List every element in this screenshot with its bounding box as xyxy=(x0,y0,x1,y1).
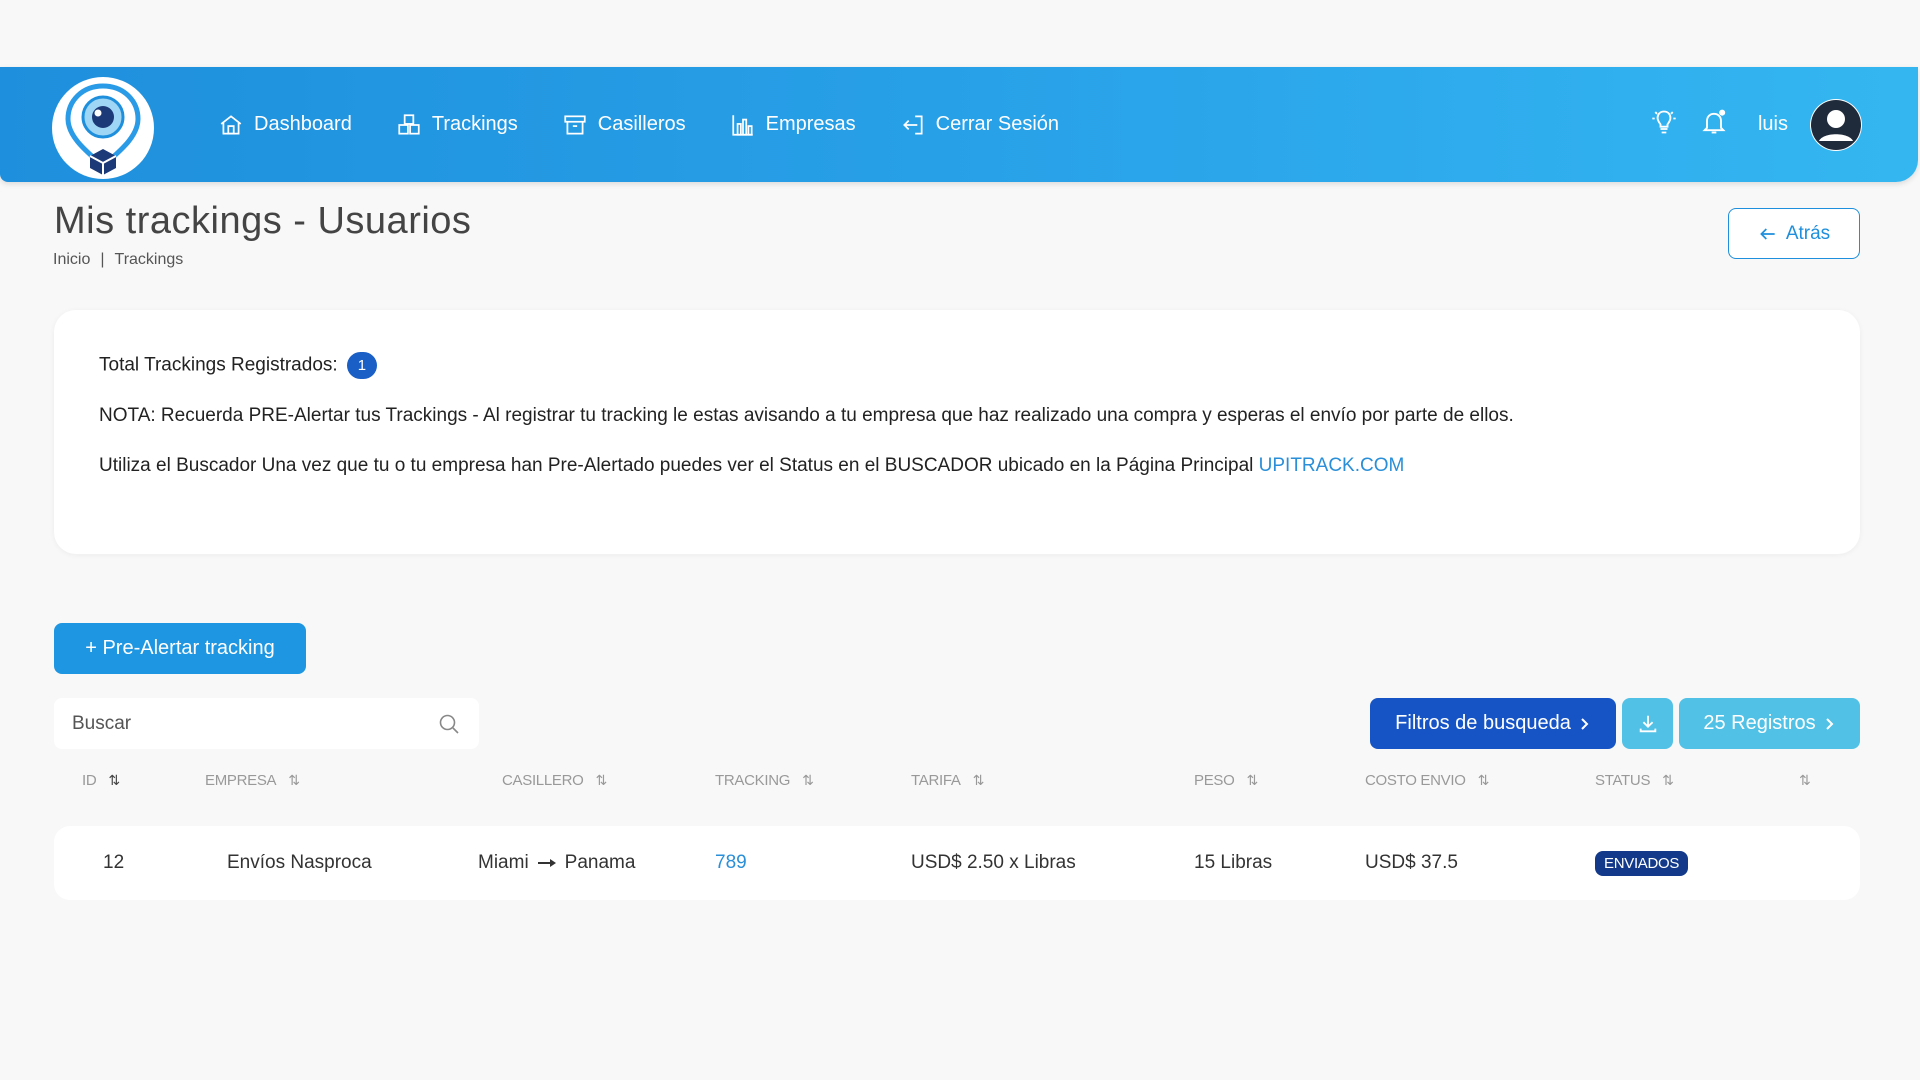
search-input[interactable] xyxy=(72,712,437,735)
nav-item-cerrar-sesion[interactable]: Cerrar Sesión xyxy=(900,112,1059,138)
records-per-page-button[interactable]: 25 Registros xyxy=(1679,698,1860,749)
cell-peso: 15 Libras xyxy=(1194,852,1273,873)
table-header: ID ⇅ EMPRESA ⇅ CASILLERO ⇅ TRACKING ⇅ TA… xyxy=(54,772,1860,802)
status-badge: ENVIADOS xyxy=(1595,850,1689,876)
main-nav: Dashboard Trackings Casilleros Empresas … xyxy=(218,67,1059,182)
column-header-peso[interactable]: PESO ⇅ xyxy=(1194,772,1258,789)
table-row[interactable]: 12 Envíos Nasproca Miami Panama 789 USD$… xyxy=(54,826,1860,900)
cell-id: 12 xyxy=(103,852,125,873)
app-logo[interactable] xyxy=(52,77,154,179)
cell-tracking-link[interactable]: 789 xyxy=(715,826,747,900)
column-header-label: COSTO ENVIO xyxy=(1365,772,1466,789)
column-header-label: TRACKING xyxy=(715,772,791,789)
archive-icon xyxy=(564,114,586,135)
column-header-label: EMPRESA xyxy=(205,772,277,789)
sort-icon: ⇅ xyxy=(1246,772,1258,788)
search-filters-button[interactable]: Filtros de busqueda xyxy=(1370,698,1616,749)
info-card: Total Trackings Registrados: 1 NOTA: Rec… xyxy=(54,310,1860,554)
breadcrumb-inicio[interactable]: Inicio xyxy=(53,251,90,269)
nav-item-empresas[interactable]: Empresas xyxy=(730,112,856,138)
casillero-to: Panama xyxy=(564,852,636,873)
column-header-label: TARIFA xyxy=(911,772,961,789)
sort-icon: ⇅ xyxy=(802,772,814,788)
total-trackings-label: Total Trackings Registrados: xyxy=(99,354,338,376)
location-eye-logo-icon xyxy=(65,83,141,175)
nav-item-label: Empresas xyxy=(765,113,856,135)
nav-item-label: Trackings xyxy=(431,113,518,135)
column-header-actions[interactable]: ⇅ xyxy=(1799,772,1811,789)
total-trackings-badge: 1 xyxy=(346,352,377,379)
column-header-status[interactable]: STATUS ⇅ xyxy=(1595,772,1674,789)
cell-costo-envio: USD$ 37.5 xyxy=(1365,852,1458,873)
column-header-empresa[interactable]: EMPRESA ⇅ xyxy=(205,772,300,789)
chevron-right-icon xyxy=(1581,717,1589,730)
lightbulb-icon[interactable] xyxy=(1650,108,1678,141)
pre-alert-tracking-button[interactable]: + Pre-Alertar tracking xyxy=(54,623,306,674)
total-trackings-line: Total Trackings Registrados: 1 xyxy=(99,352,1815,379)
records-per-page-label: 25 Registros xyxy=(1703,712,1816,734)
download-icon xyxy=(1639,715,1656,732)
bar-chart-icon xyxy=(731,114,753,136)
search-filters-label: Filtros de busqueda xyxy=(1395,712,1571,734)
back-button-label: Atrás xyxy=(1785,222,1831,244)
cell-status: ENVIADOS xyxy=(1595,826,1689,900)
column-header-tracking[interactable]: TRACKING ⇅ xyxy=(715,772,814,789)
cell-tarifa: USD$ 2.50 x Libras xyxy=(911,852,1076,873)
nav-user-area: luis xyxy=(1650,67,1862,182)
search-hint-strong: Utiliza el Buscador xyxy=(99,455,257,476)
search-hint: Utiliza el Buscador Una vez que tu o tu … xyxy=(99,453,1815,479)
column-header-id[interactable]: ID ⇅ xyxy=(82,772,120,789)
sort-icon: ⇅ xyxy=(1477,772,1490,788)
nav-item-label: Cerrar Sesión xyxy=(935,113,1060,135)
nav-item-dashboard[interactable]: Dashboard xyxy=(218,112,352,138)
note-text: NOTA: Recuerda PRE-Alertar tus Trackings… xyxy=(99,405,1514,426)
column-header-label: CASILLERO xyxy=(502,772,584,789)
sort-icon: ⇅ xyxy=(1662,772,1674,788)
column-header-label: STATUS xyxy=(1595,772,1651,789)
sort-icon: ⇅ xyxy=(1799,772,1811,788)
arrow-right-icon xyxy=(537,859,556,867)
breadcrumb-separator: | xyxy=(100,251,105,268)
arrow-left-icon xyxy=(1759,227,1775,240)
sort-icon: ⇅ xyxy=(288,772,300,788)
nav-item-label: Dashboard xyxy=(254,113,352,135)
boxes-icon xyxy=(398,113,420,135)
search-icon[interactable] xyxy=(437,712,461,736)
home-icon xyxy=(220,114,242,135)
cell-casillero: Miami Panama xyxy=(478,826,635,900)
avatar[interactable] xyxy=(1810,98,1862,151)
user-avatar-icon xyxy=(1811,99,1861,150)
nav-item-trackings[interactable]: Trackings xyxy=(396,112,518,138)
column-header-casillero[interactable]: CASILLERO ⇅ xyxy=(502,772,607,789)
user-name[interactable]: luis xyxy=(1758,113,1788,136)
download-button[interactable] xyxy=(1622,698,1673,749)
page-title: Mis trackings - Usuarios xyxy=(54,200,472,242)
column-header-costo-envio[interactable]: COSTO ENVIO ⇅ xyxy=(1365,772,1489,789)
column-header-label: PESO xyxy=(1194,772,1235,789)
nav-item-casilleros[interactable]: Casilleros xyxy=(562,112,686,138)
nav-item-label: Casilleros xyxy=(597,113,686,135)
sort-icon: ⇅ xyxy=(108,772,120,788)
sort-icon: ⇅ xyxy=(972,772,985,788)
casillero-from: Miami xyxy=(478,852,529,873)
top-navbar: Dashboard Trackings Casilleros Empresas … xyxy=(0,67,1918,182)
search-hint-text: Una vez que tu o tu empresa han Pre-Aler… xyxy=(256,455,1259,476)
cell-empresa: Envíos Nasproca xyxy=(227,852,372,873)
chevron-right-icon xyxy=(1825,717,1834,730)
sort-icon: ⇅ xyxy=(595,772,608,788)
search-box xyxy=(54,698,479,749)
back-button[interactable]: Atrás xyxy=(1728,208,1860,259)
breadcrumb-trackings: Trackings xyxy=(114,251,184,268)
bell-icon[interactable] xyxy=(1700,108,1728,141)
logout-icon xyxy=(902,114,923,135)
column-header-label: ID xyxy=(82,772,97,789)
upitrack-link[interactable]: UPITRACK.COM xyxy=(1259,455,1405,476)
breadcrumb: Inicio | Trackings xyxy=(53,251,183,269)
column-header-tarifa[interactable]: TARIFA ⇅ xyxy=(911,772,984,789)
